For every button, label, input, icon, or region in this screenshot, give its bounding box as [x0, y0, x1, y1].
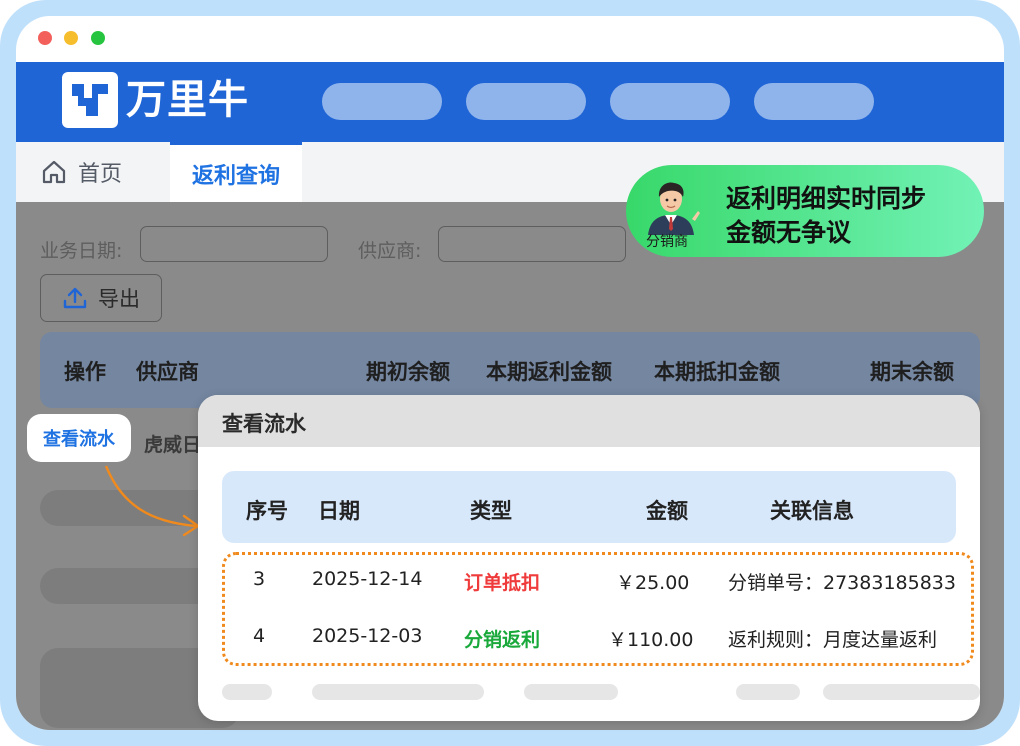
col-period-deduction: 本期抵扣金额 — [654, 360, 780, 384]
badge-headline: 返利明细实时同步 — [726, 184, 927, 213]
col-closing-balance: 期末余额 — [870, 360, 954, 384]
flow-row-type-rebate: 分销返利 — [464, 629, 541, 651]
upload-icon — [63, 287, 87, 309]
skeleton-cell — [222, 684, 272, 700]
flow-row-amount: ￥110.00 — [608, 629, 694, 651]
date-filter-label: 业务日期: — [40, 240, 123, 262]
flow-row-info: 分销单号：27383185833 — [728, 572, 956, 594]
nav-item-4[interactable] — [754, 83, 874, 120]
close-window-dot[interactable] — [38, 31, 52, 45]
flow-row-date: 2025-12-14 — [312, 568, 423, 590]
view-flow-link[interactable]: 查看流水 — [27, 414, 131, 462]
nav-item-1[interactable] — [322, 83, 442, 120]
col-period-rebate: 本期返利金额 — [486, 360, 612, 384]
export-label: 导出 — [98, 287, 140, 311]
col-date: 日期 — [318, 499, 360, 523]
skeleton-cell — [823, 684, 980, 700]
col-supplier: 供应商 — [136, 360, 199, 384]
maximize-window-dot[interactable] — [91, 31, 105, 45]
flow-row-seq: 3 — [253, 568, 266, 590]
tab-rebate-query[interactable]: 返利查询 — [170, 142, 302, 202]
flow-row-info: 返利规则：月度达量返利 — [728, 629, 938, 651]
flow-row-amount: ￥25.00 — [616, 572, 690, 594]
col-seq: 序号 — [246, 499, 288, 523]
brand-logo-icon — [62, 72, 118, 128]
col-opening-balance: 期初余额 — [366, 360, 450, 384]
brand-name: 万里牛 — [126, 77, 249, 123]
badge-subline: 金额无争议 — [726, 218, 852, 247]
flow-row-type-deduct: 订单抵扣 — [464, 572, 541, 594]
distributor-callout-badge: 分销商 返利明细实时同步 金额无争议 — [626, 165, 984, 257]
minimize-window-dot[interactable] — [64, 31, 78, 45]
flow-row-date: 2025-12-03 — [312, 625, 423, 647]
export-button[interactable]: 导出 — [40, 274, 162, 322]
badge-caption: 分销商 — [646, 234, 688, 250]
flow-row-seq: 4 — [253, 625, 266, 647]
col-action: 操作 — [64, 360, 106, 384]
nav-item-2[interactable] — [466, 83, 586, 120]
skeleton-cell — [736, 684, 800, 700]
supplier-filter-label: 供应商: — [358, 240, 422, 262]
date-filter-input[interactable] — [140, 226, 328, 262]
tab-home-label: 首页 — [78, 162, 123, 187]
col-amount: 金额 — [646, 499, 688, 523]
supplier-filter-input[interactable] — [438, 226, 626, 262]
modal-title: 查看流水 — [222, 412, 306, 436]
skeleton-cell — [312, 684, 484, 700]
tab-home[interactable]: 首页 — [16, 142, 156, 202]
businessman-avatar-icon — [648, 182, 700, 235]
flow-detail-modal: 查看流水 序号 日期 类型 金额 关联信息 3 2025-12-14 订单抵扣 … — [198, 395, 980, 721]
home-icon — [42, 160, 66, 184]
flow-table-header: 序号 日期 类型 金额 关联信息 — [222, 471, 956, 543]
skeleton-cell — [524, 684, 618, 700]
modal-header: 查看流水 — [198, 395, 980, 447]
nav-item-3[interactable] — [610, 83, 730, 120]
col-related-info: 关联信息 — [770, 499, 854, 523]
row-supplier-name: 虎威日 — [144, 434, 202, 456]
top-navigation-bar: 万里牛 — [16, 62, 1004, 142]
col-type: 类型 — [470, 499, 512, 523]
